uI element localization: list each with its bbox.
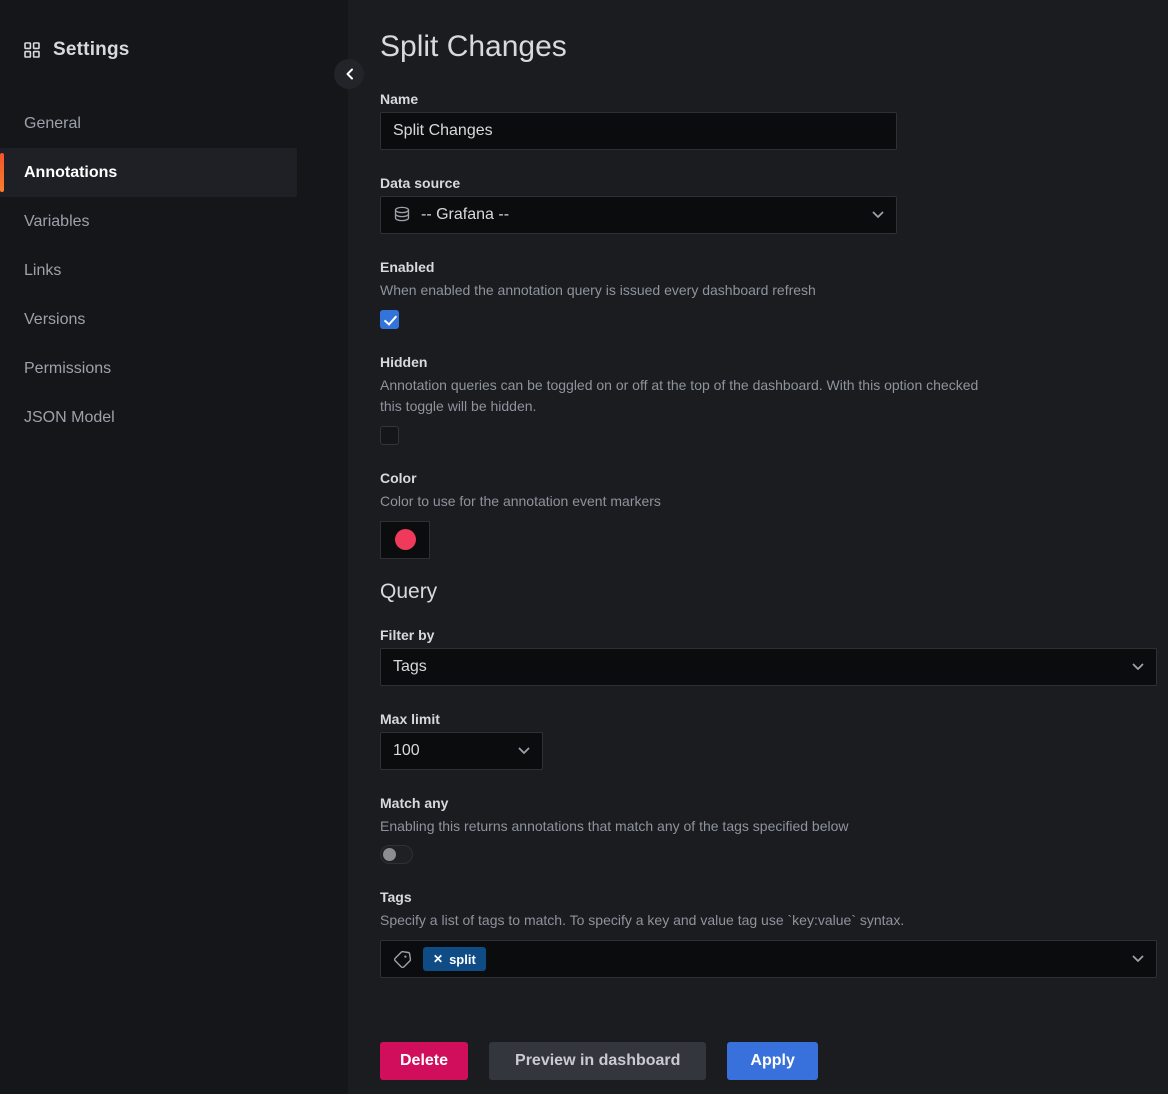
sidebar-item-variables[interactable]: Variables <box>0 197 297 246</box>
max-limit-select[interactable]: 100 <box>380 732 543 770</box>
hidden-label: Hidden <box>380 354 1157 370</box>
chevron-down-icon <box>1132 663 1144 671</box>
match-any-toggle[interactable] <box>380 845 413 864</box>
max-limit-value: 100 <box>393 742 420 760</box>
query-section-heading: Query <box>380 580 1157 604</box>
color-description: Color to use for the annotation event ma… <box>380 491 980 513</box>
name-label: Name <box>380 91 1157 107</box>
settings-nav: General Annotations Variables Links Vers… <box>0 99 348 442</box>
toggle-knob <box>383 848 396 861</box>
dashboard-settings-page: Settings General Annotations Variables L… <box>0 0 1168 1094</box>
apps-grid-icon <box>24 42 40 58</box>
name-input[interactable] <box>380 112 897 150</box>
data-source-value: -- Grafana -- <box>421 206 509 224</box>
sidebar-item-links[interactable]: Links <box>0 246 297 295</box>
filter-by-value: Tags <box>393 658 427 676</box>
settings-header: Settings <box>0 0 348 99</box>
data-source-label: Data source <box>380 175 1157 191</box>
max-limit-label: Max limit <box>380 711 1157 727</box>
enabled-label: Enabled <box>380 259 1157 275</box>
enabled-checkbox[interactable] <box>380 310 399 329</box>
enabled-description: When enabled the annotation query is iss… <box>380 280 980 302</box>
apply-button[interactable]: Apply <box>727 1042 817 1080</box>
collapse-sidebar-button[interactable] <box>334 59 364 89</box>
sidebar-item-versions[interactable]: Versions <box>0 295 297 344</box>
match-any-description: Enabling this returns annotations that m… <box>380 816 980 838</box>
name-field-group: Name <box>380 91 1157 150</box>
color-label: Color <box>380 470 1157 486</box>
tags-input[interactable]: ✕ split <box>380 940 1157 978</box>
color-field-group: Color Color to use for the annotation ev… <box>380 470 1157 559</box>
action-buttons-row: Delete Preview in dashboard Apply <box>380 1042 1157 1080</box>
max-limit-field-group: Max limit 100 <box>380 711 1157 770</box>
chevron-down-icon <box>872 211 884 219</box>
hidden-checkbox[interactable] <box>380 426 399 445</box>
chevron-left-icon <box>345 68 354 80</box>
settings-title: Settings <box>53 39 130 61</box>
filter-by-select[interactable]: Tags <box>380 648 1157 686</box>
annotation-settings-panel: Split Changes Name Data source -- Grafan… <box>348 0 1168 1094</box>
hidden-field-group: Hidden Annotation queries can be toggled… <box>380 354 1157 445</box>
tag-pill-label: split <box>449 952 476 967</box>
data-source-select[interactable]: -- Grafana -- <box>380 196 897 234</box>
remove-tag-icon[interactable]: ✕ <box>433 953 443 965</box>
tag-icon <box>393 950 412 969</box>
tags-label: Tags <box>380 889 1157 905</box>
sidebar-item-permissions[interactable]: Permissions <box>0 344 297 393</box>
enabled-field-group: Enabled When enabled the annotation quer… <box>380 259 1157 329</box>
sidebar-item-json-model[interactable]: JSON Model <box>0 393 297 442</box>
filter-by-label: Filter by <box>380 627 1157 643</box>
page-title: Split Changes <box>380 30 1157 64</box>
tags-field-group: Tags Specify a list of tags to match. To… <box>380 889 1157 978</box>
chevron-down-icon <box>1132 955 1144 963</box>
filter-by-field-group: Filter by Tags <box>380 627 1157 686</box>
tags-description: Specify a list of tags to match. To spec… <box>380 910 980 932</box>
preview-in-dashboard-button[interactable]: Preview in dashboard <box>489 1042 706 1080</box>
data-source-field-group: Data source -- Grafana -- <box>380 175 1157 234</box>
match-any-field-group: Match any Enabling this returns annotati… <box>380 795 1157 865</box>
sidebar-item-annotations[interactable]: Annotations <box>0 148 297 197</box>
color-picker-swatch[interactable] <box>380 521 430 559</box>
database-icon <box>393 206 411 225</box>
sidebar-item-general[interactable]: General <box>0 99 297 148</box>
delete-button[interactable]: Delete <box>380 1042 468 1080</box>
tag-pill-split[interactable]: ✕ split <box>423 947 486 971</box>
chevron-down-icon <box>518 747 530 755</box>
annotation-color-dot <box>395 529 416 550</box>
match-any-label: Match any <box>380 795 1157 811</box>
hidden-description: Annotation queries can be toggled on or … <box>380 375 980 418</box>
settings-sidebar: Settings General Annotations Variables L… <box>0 0 348 1094</box>
